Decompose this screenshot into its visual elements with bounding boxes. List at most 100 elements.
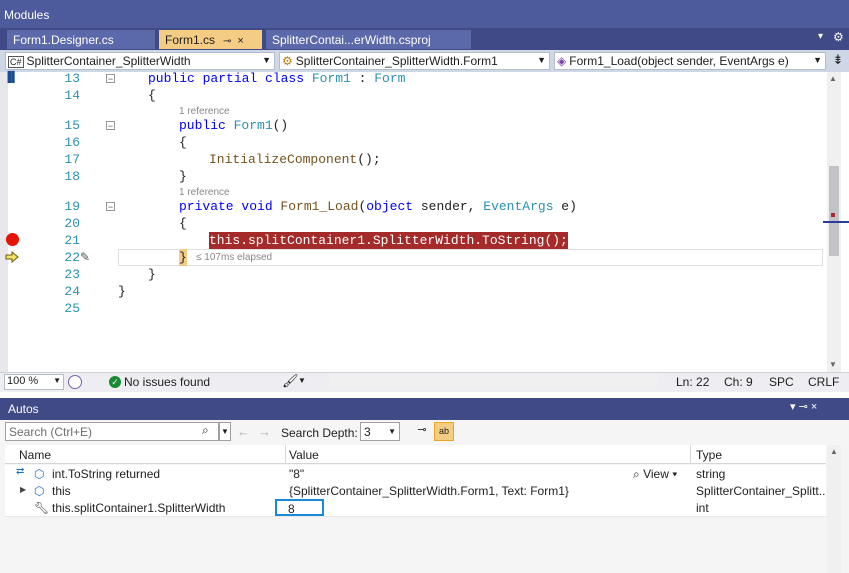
tab-csproj[interactable]: SplitterContai...erWidth.csproj bbox=[266, 30, 471, 49]
code-line-13: public partial class Form1 : Form bbox=[148, 71, 406, 86]
csharp-project-icon: C# bbox=[8, 56, 24, 68]
value-edit-input[interactable]: 8 bbox=[275, 499, 324, 516]
line-number: 17 bbox=[64, 152, 80, 167]
code-line-22: } bbox=[179, 249, 187, 266]
class-icon: ⚙ bbox=[282, 54, 293, 68]
chevron-down-icon[interactable]: ▼ bbox=[219, 422, 231, 441]
scroll-thumb[interactable] bbox=[829, 166, 839, 256]
editor-horizontal-scrollbar[interactable] bbox=[330, 375, 658, 388]
type-combo-value: SplitterContainer_SplitterWidth.Form1 bbox=[295, 54, 498, 68]
breakpoint-statement[interactable]: this.splitContainer1.SplitterWidth.ToStr… bbox=[209, 232, 568, 249]
back-arrow-icon[interactable]: ← bbox=[237, 424, 250, 439]
intellicode-icon[interactable] bbox=[68, 375, 82, 389]
breakpoint-scroll-marker bbox=[831, 213, 835, 217]
whitespace-indicator[interactable]: SPC bbox=[769, 375, 794, 389]
chevron-down-icon: ▼ bbox=[53, 376, 61, 385]
column-indicator[interactable]: Ch: 9 bbox=[724, 375, 753, 389]
row-name: int.ToString returned bbox=[52, 467, 161, 481]
view-as-grid-icon[interactable]: ab bbox=[434, 422, 454, 441]
collapse-icon[interactable]: − bbox=[106, 74, 115, 84]
column-header-name[interactable]: Name bbox=[19, 448, 51, 462]
member-combo-value: Form1_Load(object sender, EventArgs e) bbox=[569, 54, 789, 68]
search-input[interactable]: Search (Ctrl+E) bbox=[5, 422, 219, 441]
chevron-down-icon: ▼ bbox=[262, 55, 271, 65]
code-line-24: } bbox=[118, 284, 126, 299]
tab-overflow-icon[interactable]: ▾ bbox=[818, 31, 823, 42]
chevron-down-icon[interactable]: ▼ bbox=[298, 376, 306, 385]
pin-icon[interactable]: ⊸ bbox=[223, 36, 231, 47]
window-controls[interactable]: ▾ ⊸ × bbox=[790, 400, 817, 413]
column-header-type[interactable]: Type bbox=[696, 448, 722, 462]
member-combo[interactable]: ◈ Form1_Load(object sender, EventArgs e) ▼ bbox=[554, 52, 826, 70]
close-icon[interactable]: × bbox=[237, 35, 243, 47]
split-window-icon[interactable]: ⇟ bbox=[830, 52, 846, 70]
method-icon: ◈ bbox=[557, 54, 567, 68]
line-number: 20 bbox=[64, 216, 80, 231]
row-type: int bbox=[696, 501, 709, 515]
object-icon: ⬡ bbox=[34, 484, 45, 498]
object-icon: ⬡ bbox=[34, 467, 45, 481]
chevron-down-icon: ▼ bbox=[537, 55, 546, 65]
line-number: 25 bbox=[64, 301, 80, 316]
project-combo[interactable]: C# SplitterContainer_SplitterWidth ▼ bbox=[5, 52, 275, 70]
view-visualizer-button[interactable]: ⌕ View ▾ bbox=[633, 467, 677, 482]
quick-actions-icon[interactable]: ✎ bbox=[80, 250, 96, 266]
tab-form1-designer[interactable]: Form1.Designer.cs bbox=[7, 30, 155, 49]
search-depth-combo[interactable]: 3 ▼ bbox=[360, 422, 400, 441]
perf-tip: ≤ 107ms elapsed bbox=[196, 252, 273, 263]
breakpoint-icon[interactable] bbox=[6, 233, 19, 246]
scroll-up-icon[interactable]: ▲ bbox=[830, 447, 838, 456]
row-type: string bbox=[696, 467, 726, 481]
check-icon: ✓ bbox=[109, 376, 121, 388]
caret-scroll-marker bbox=[823, 221, 849, 223]
line-number: 23 bbox=[64, 267, 80, 282]
code-line-23: } bbox=[148, 267, 156, 282]
zoom-combo[interactable]: 100 % ▼ bbox=[4, 374, 64, 390]
code-cleanup-icon[interactable]: 🖌 bbox=[282, 373, 299, 389]
wrench-icon: 🔧︎ bbox=[34, 501, 50, 515]
search-depth-label: Search Depth: bbox=[281, 426, 358, 440]
modules-title: Modules bbox=[0, 0, 849, 28]
line-number: 13 bbox=[64, 71, 80, 86]
line-indicator[interactable]: Ln: 22 bbox=[676, 375, 709, 389]
line-number: 21 bbox=[64, 233, 80, 248]
collapse-icon[interactable]: − bbox=[106, 202, 115, 212]
pin-icon[interactable]: ⊸ bbox=[414, 423, 430, 440]
expand-icon[interactable]: ▶ bbox=[20, 485, 26, 494]
search-icon[interactable]: ⌕ bbox=[202, 423, 209, 438]
line-number: 16 bbox=[64, 135, 80, 150]
code-line-14: { bbox=[148, 88, 156, 103]
issues-status[interactable]: No issues found bbox=[124, 375, 210, 389]
code-line-16: { bbox=[179, 135, 187, 150]
line-ending-indicator[interactable]: CRLF bbox=[808, 375, 839, 389]
line-number: 19 bbox=[64, 199, 80, 214]
scroll-up-icon[interactable]: ▲ bbox=[829, 74, 837, 83]
tab-label: SplitterContai...erWidth.csproj bbox=[272, 33, 431, 47]
type-combo[interactable]: ⚙ SplitterContainer_SplitterWidth.Form1 ▼ bbox=[279, 52, 550, 70]
line-number: 24 bbox=[64, 284, 80, 299]
collapse-icon[interactable]: − bbox=[106, 121, 115, 131]
code-line-19: private void Form1_Load(object sender, E… bbox=[179, 199, 577, 214]
line-number: 22 bbox=[64, 250, 80, 265]
return-value-icon: ⇄ bbox=[16, 466, 25, 477]
autos-title: Autos bbox=[0, 398, 849, 420]
chevron-down-icon: ▼ bbox=[388, 427, 396, 436]
zoom-value: 100 % bbox=[7, 375, 39, 387]
gear-icon[interactable]: ⚙ bbox=[833, 30, 844, 44]
code-line-17: InitializeComponent(); bbox=[209, 152, 381, 167]
tab-label: Form1.Designer.cs bbox=[13, 33, 114, 47]
scroll-down-icon[interactable]: ▼ bbox=[829, 360, 837, 369]
tab-label: Form1.cs bbox=[165, 33, 216, 47]
row-name: this.splitContainer1.SplitterWidth bbox=[52, 501, 226, 515]
column-header-value[interactable]: Value bbox=[289, 448, 319, 462]
forward-arrow-icon[interactable]: → bbox=[258, 424, 271, 439]
row-name: this bbox=[52, 484, 71, 498]
instruction-pointer-icon[interactable] bbox=[5, 250, 19, 264]
tab-form1-cs[interactable]: Form1.cs ⊸ × bbox=[159, 30, 262, 49]
search-icon: ⌕ bbox=[633, 467, 640, 481]
document-tab-strip: Form1.Designer.cs Form1.cs ⊸ × SplitterCon… bbox=[0, 28, 849, 50]
code-line-18: } bbox=[179, 169, 187, 184]
row-value[interactable]: "8" bbox=[289, 467, 304, 481]
autos-vertical-scrollbar[interactable] bbox=[827, 445, 841, 573]
row-value[interactable]: {SplitterContainer_SplitterWidth.Form1, … bbox=[289, 484, 687, 498]
